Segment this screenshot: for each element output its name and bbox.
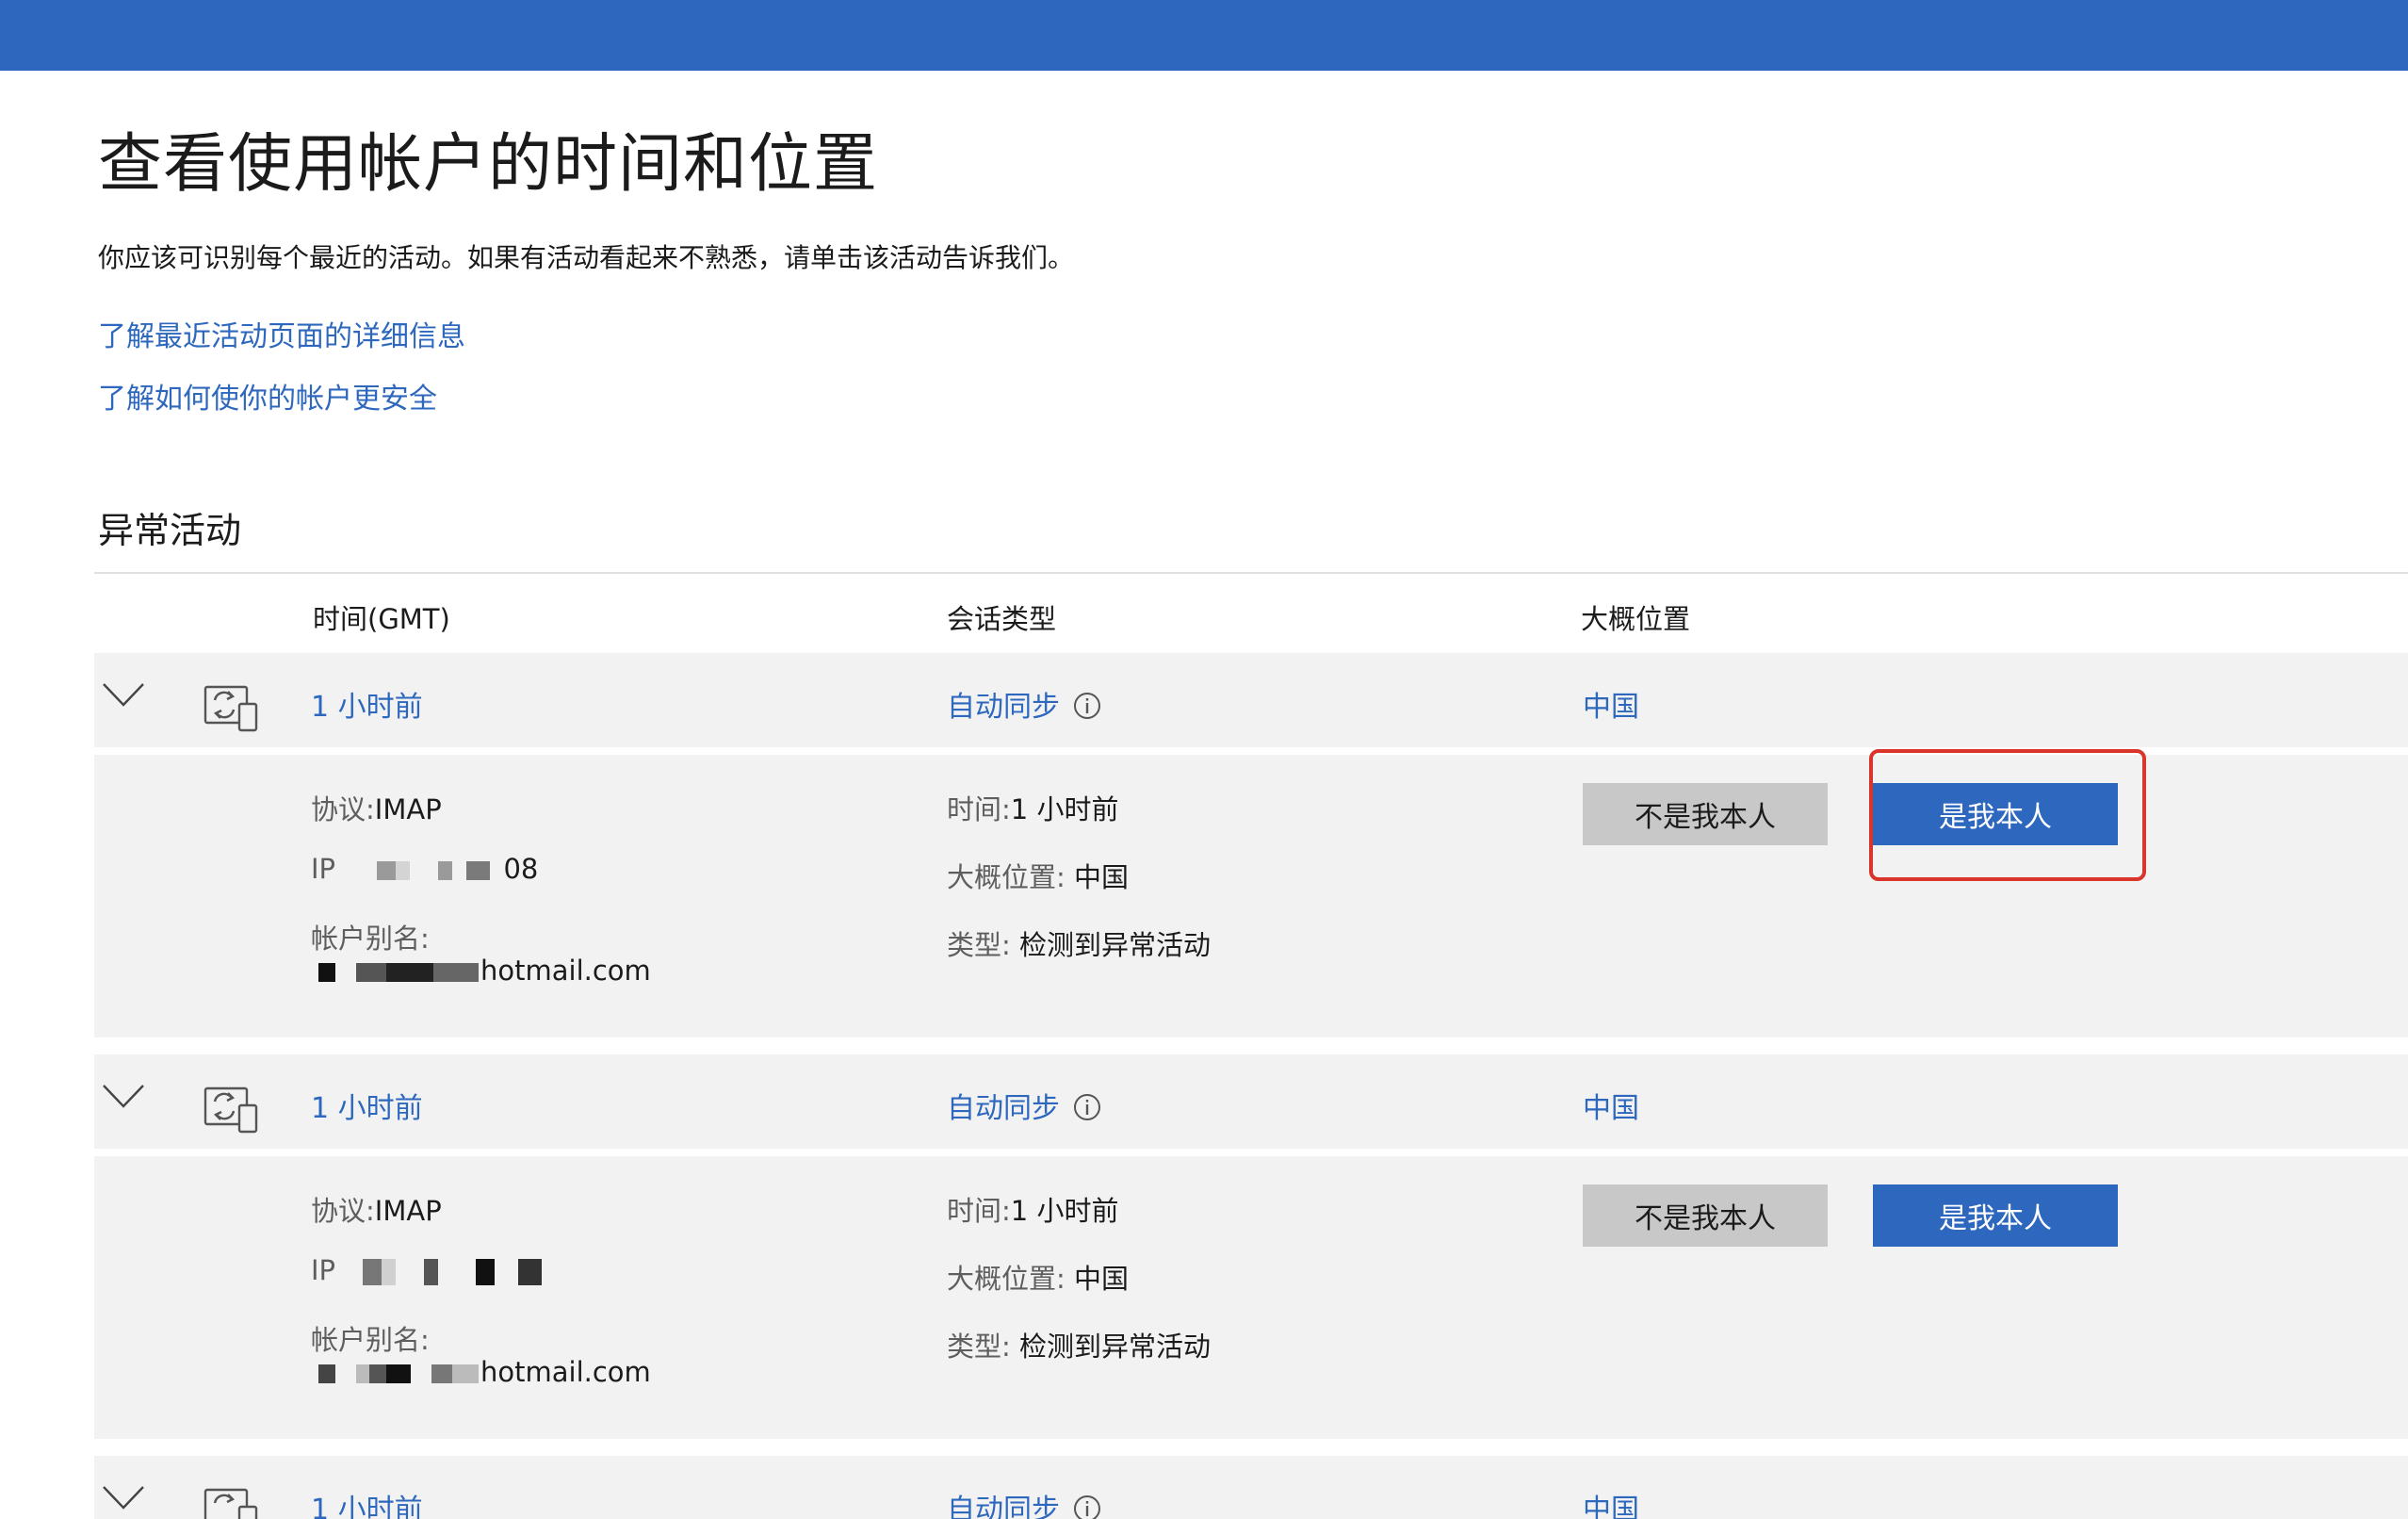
session-type-link[interactable]: 自动同步 bbox=[947, 1085, 1060, 1126]
location-link[interactable]: 中国 bbox=[1583, 1085, 1639, 1126]
not-me-button[interactable]: 不是我本人 bbox=[1583, 783, 1828, 845]
detail-location-label: 大概位置: bbox=[947, 861, 1066, 893]
column-header-session-type: 会话类型 bbox=[947, 603, 1057, 635]
activity-details: 协议:IMAP IP 08 帐户别名: hotmail.com 时间:1 小时前… bbox=[94, 755, 2408, 1037]
intro-text: 你应该可识别每个最近的活动。如果有活动看起来不熟悉，请单击该活动告诉我们。 bbox=[98, 242, 1075, 273]
detail-location-value: 中国 bbox=[1074, 1263, 1130, 1295]
ip-detail: IP 08 bbox=[311, 853, 538, 885]
alias-label-row: 帐户别名: bbox=[311, 1318, 430, 1358]
detail-type: 类型: 检测到异常活动 bbox=[947, 923, 1211, 963]
detail-location-label: 大概位置: bbox=[947, 1263, 1066, 1295]
info-icon[interactable] bbox=[1072, 1494, 1102, 1519]
chevron-down-icon[interactable] bbox=[102, 1484, 145, 1511]
sync-device-icon bbox=[203, 1488, 258, 1519]
column-header-time: 时间(GMT) bbox=[313, 603, 450, 635]
info-icon[interactable] bbox=[1072, 1092, 1102, 1122]
detail-time-label: 时间: bbox=[947, 793, 1011, 825]
detail-location: 大概位置: 中国 bbox=[947, 1257, 1129, 1297]
redacted-alias bbox=[311, 963, 480, 982]
redacted-ip bbox=[344, 1259, 543, 1285]
activity-item: 1 小时前 自动同步 中国 协议:IMAP IP 帐户别名: hotmail.c… bbox=[94, 1054, 2408, 1450]
detail-time: 时间:1 小时前 bbox=[947, 788, 1118, 827]
alias-label-row: 帐户别名: bbox=[311, 917, 430, 956]
it-was-me-button[interactable]: 是我本人 bbox=[1873, 783, 2118, 845]
section-title: 异常活动 bbox=[98, 510, 242, 551]
protocol-label: 协议: bbox=[311, 793, 375, 825]
column-header-location: 大概位置 bbox=[1581, 603, 1691, 635]
chevron-down-icon[interactable] bbox=[102, 681, 145, 708]
activity-time-link[interactable]: 1 小时前 bbox=[311, 683, 423, 725]
alias-value: hotmail.com bbox=[480, 1356, 651, 1388]
protocol-value: IMAP bbox=[374, 1195, 442, 1227]
activity-header-row[interactable]: 1 小时前 自动同步 中国 bbox=[94, 1456, 2408, 1519]
detail-type-label: 类型: bbox=[947, 1331, 1011, 1363]
section-divider bbox=[94, 572, 2408, 574]
activity-header-row[interactable]: 1 小时前 自动同步 中国 bbox=[94, 1054, 2408, 1149]
activity-item: 1 小时前 自动同步 中国 协议:IMAP IP 08 帐户别名: hotmai… bbox=[94, 653, 2408, 1049]
location-link[interactable]: 中国 bbox=[1583, 683, 1639, 725]
sync-device-icon bbox=[203, 685, 258, 732]
alias-label: 帐户别名: bbox=[311, 1324, 430, 1356]
session-type-link[interactable]: 自动同步 bbox=[947, 1486, 1060, 1519]
alias-value: hotmail.com bbox=[480, 955, 651, 987]
info-icon[interactable] bbox=[1072, 691, 1102, 721]
session-type-link[interactable]: 自动同步 bbox=[947, 683, 1060, 725]
protocol-value: IMAP bbox=[374, 793, 442, 825]
redacted-ip bbox=[344, 861, 496, 880]
detail-type-label: 类型: bbox=[947, 929, 1011, 961]
protocol-detail: 协议:IMAP bbox=[311, 1189, 442, 1229]
learn-account-security-link[interactable]: 了解如何使你的帐户更安全 bbox=[98, 375, 437, 416]
detail-location: 大概位置: 中国 bbox=[947, 856, 1129, 895]
ip-tail: 08 bbox=[503, 853, 539, 885]
activity-details: 协议:IMAP IP 帐户别名: hotmail.com 时间:1 小时前 大概… bbox=[94, 1156, 2408, 1439]
top-bar bbox=[0, 0, 2408, 71]
not-me-button[interactable]: 不是我本人 bbox=[1583, 1184, 1828, 1247]
chevron-down-icon[interactable] bbox=[102, 1083, 145, 1109]
it-was-me-button[interactable]: 是我本人 bbox=[1873, 1184, 2118, 1247]
location-link[interactable]: 中国 bbox=[1583, 1486, 1639, 1519]
learn-recent-activity-link[interactable]: 了解最近活动页面的详细信息 bbox=[98, 313, 465, 354]
alias-value-row: hotmail.com bbox=[311, 955, 651, 987]
detail-type-value: 检测到异常活动 bbox=[1019, 1331, 1212, 1363]
protocol-detail: 协议:IMAP bbox=[311, 788, 442, 827]
detail-location-value: 中国 bbox=[1074, 861, 1130, 893]
detail-type: 类型: 检测到异常活动 bbox=[947, 1325, 1211, 1364]
ip-detail: IP bbox=[311, 1254, 543, 1286]
ip-label: IP bbox=[311, 1254, 336, 1286]
alias-value-row: hotmail.com bbox=[311, 1356, 651, 1388]
activity-time-link[interactable]: 1 小时前 bbox=[311, 1085, 423, 1126]
detail-time-value: 1 小时前 bbox=[1010, 1195, 1119, 1227]
detail-time-label: 时间: bbox=[947, 1195, 1011, 1227]
detail-time-value: 1 小时前 bbox=[1010, 793, 1119, 825]
detail-type-value: 检测到异常活动 bbox=[1019, 929, 1212, 961]
protocol-label: 协议: bbox=[311, 1195, 375, 1227]
page-title: 查看使用帐户的时间和位置 bbox=[98, 127, 879, 202]
sync-device-icon bbox=[203, 1086, 258, 1134]
activity-item: 1 小时前 自动同步 中国 bbox=[94, 1456, 2408, 1519]
ip-label: IP bbox=[311, 853, 336, 885]
alias-label: 帐户别名: bbox=[311, 923, 430, 955]
activity-time-link[interactable]: 1 小时前 bbox=[311, 1486, 423, 1519]
redacted-alias bbox=[311, 1364, 480, 1383]
activity-header-row[interactable]: 1 小时前 自动同步 中国 bbox=[94, 653, 2408, 747]
detail-time: 时间:1 小时前 bbox=[947, 1189, 1118, 1229]
